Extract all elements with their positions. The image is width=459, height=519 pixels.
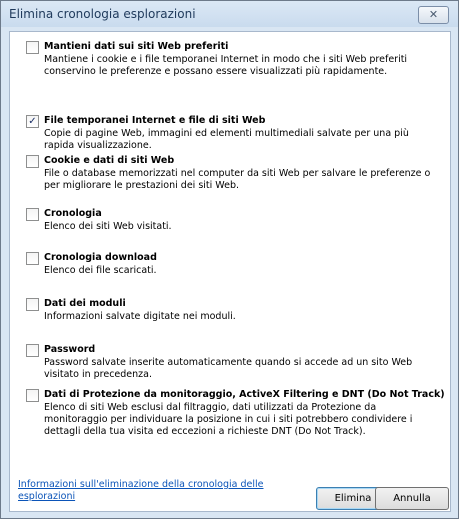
form-data-description: Informazioni salvate digitate nei moduli…	[44, 311, 236, 322]
download-history-description: Elenco dei file scaricati.	[44, 265, 157, 276]
passwords-label: Password	[44, 344, 96, 355]
history-checkbox[interactable]	[26, 208, 39, 221]
history-label: Cronologia	[44, 208, 102, 219]
cookies-label: Cookie e dati di siti Web	[44, 155, 175, 166]
download-history-label: Cronologia download	[44, 252, 157, 263]
dialog-content: Mantieni dati sui siti Web preferiti Man…	[9, 31, 451, 512]
download-history-checkbox[interactable]	[26, 252, 39, 265]
passwords-checkbox[interactable]	[26, 344, 39, 357]
history-description: Elenco dei siti Web visitati.	[44, 221, 172, 232]
close-icon: ✕	[428, 8, 439, 21]
tracking-protection-checkbox[interactable]	[26, 389, 39, 402]
title-bar: Elimina cronologia esplorazioni ✕	[1, 1, 458, 27]
form-data-label: Dati dei moduli	[44, 298, 126, 309]
delete-history-dialog: Elimina cronologia esplorazioni ✕ Mantie…	[0, 0, 459, 519]
preserve-favorites-checkbox[interactable]	[26, 41, 39, 54]
cookies-checkbox[interactable]	[26, 155, 39, 168]
tracking-protection-label: Dati di Protezione da monitoraggio, Acti…	[44, 389, 445, 400]
temporary-files-description: Copie di pagine Web, immagini ed element…	[44, 128, 409, 151]
temporary-files-checkbox[interactable]: ✓	[26, 115, 39, 128]
preserve-favorites-label: Mantieni dati sui siti Web preferiti	[44, 41, 229, 52]
form-data-checkbox[interactable]	[26, 298, 39, 311]
help-link[interactable]: Informazioni sull'eliminazione della cro…	[18, 479, 268, 503]
tracking-protection-description: Elenco di siti Web esclusi dal filtraggi…	[44, 402, 413, 437]
temporary-files-label: File temporanei Internet e file di siti …	[44, 115, 266, 126]
close-button[interactable]: ✕	[418, 6, 449, 24]
dialog-title: Elimina cronologia esplorazioni	[9, 7, 196, 21]
preserve-favorites-description: Mantiene i cookie e i file temporanei In…	[44, 54, 408, 77]
passwords-description: Password salvate inserite automaticament…	[44, 357, 413, 380]
cancel-button[interactable]: Annulla	[375, 487, 449, 510]
cookies-description: File o database memorizzati nel computer…	[44, 168, 431, 191]
